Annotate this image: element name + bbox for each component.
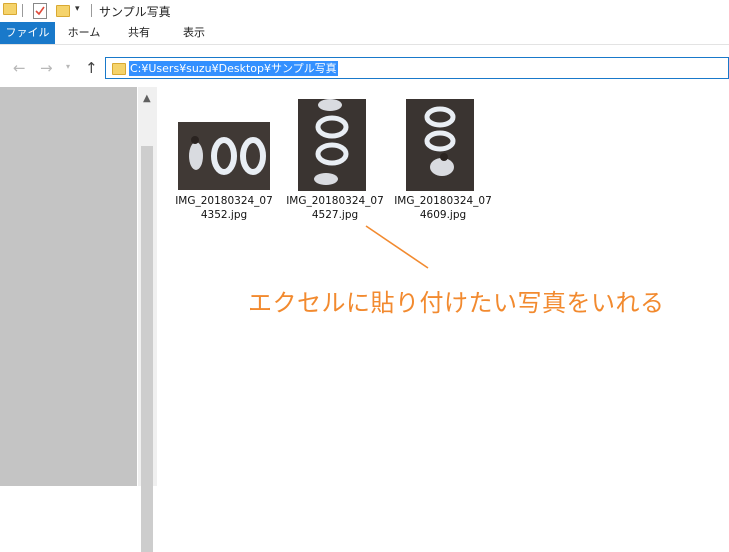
tab-view[interactable]: 表示	[172, 22, 216, 44]
back-arrow-icon[interactable]: ←	[13, 59, 26, 77]
file-thumbnail-1[interactable]	[178, 122, 270, 190]
file-name-line: 4527.jpg	[311, 209, 359, 221]
address-bar[interactable]: C:¥Users¥suzu¥Desktop¥サンプル写真	[105, 57, 729, 79]
forward-arrow-icon[interactable]: →	[40, 59, 53, 77]
ribbon-tabs: ファイル ホーム 共有 表示	[0, 22, 729, 45]
file-name-1[interactable]: IMG_20180324_07 4352.jpg	[174, 194, 274, 222]
properties-icon[interactable]	[33, 3, 47, 22]
file-name-line: IMG_20180324_07	[175, 195, 273, 207]
folder-icon	[112, 63, 126, 75]
file-name-line: IMG_20180324_07	[286, 195, 384, 207]
vertical-scrollbar[interactable]: ▲	[138, 87, 157, 552]
tab-home[interactable]: ホーム	[62, 22, 106, 44]
customize-quick-access-icon[interactable]: ▾	[75, 4, 80, 14]
tab-file[interactable]: ファイル	[0, 22, 55, 44]
separator	[91, 4, 92, 17]
separator	[22, 4, 23, 17]
scroll-up-icon[interactable]: ▲	[143, 93, 151, 104]
address-path[interactable]: C:¥Users¥suzu¥Desktop¥サンプル写真	[129, 61, 338, 76]
annotation-text: エクセルに貼り付けたい写真をいれる	[248, 289, 665, 317]
file-name-line: 4609.jpg	[419, 209, 467, 221]
navigation-pane[interactable]	[0, 87, 137, 486]
file-thumbnail-2[interactable]	[298, 99, 366, 191]
folder-icon[interactable]	[3, 3, 17, 15]
file-name-2[interactable]: IMG_20180324_07 4527.jpg	[285, 194, 385, 222]
tab-share[interactable]: 共有	[117, 22, 161, 44]
up-arrow-icon[interactable]: ↑	[85, 59, 98, 77]
new-folder-icon[interactable]	[56, 5, 70, 17]
scrollbar-thumb[interactable]	[141, 146, 153, 552]
window-title: サンプル写真	[99, 5, 171, 19]
file-name-3[interactable]: IMG_20180324_07 4609.jpg	[393, 194, 493, 222]
file-thumbnail-3[interactable]	[406, 99, 474, 191]
title-bar: ▾ サンプル写真	[0, 0, 729, 22]
file-name-line: 4352.jpg	[200, 209, 248, 221]
file-name-line: IMG_20180324_07	[394, 195, 492, 207]
recent-locations-icon[interactable]: ▾	[66, 62, 70, 71]
